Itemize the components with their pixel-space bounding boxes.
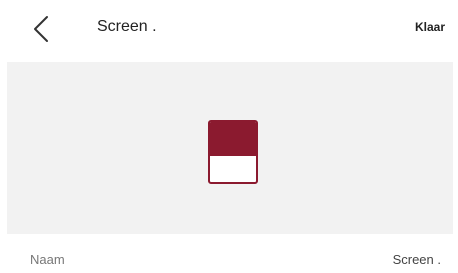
done-button[interactable]: Klaar: [415, 19, 445, 35]
screen-icon-fill: [210, 122, 256, 156]
chevron-left-icon: [34, 16, 48, 42]
name-value[interactable]: Screen .: [393, 252, 441, 268]
back-button[interactable]: [26, 12, 60, 46]
header-bar: Screen . Klaar: [0, 0, 458, 58]
page-title: Screen .: [97, 18, 157, 35]
app-window: Screen . Klaar Naam Screen .: [0, 0, 458, 273]
screen-icon[interactable]: [208, 120, 258, 184]
screen-preview: [7, 62, 453, 234]
name-row[interactable]: Naam Screen .: [0, 250, 458, 270]
name-label: Naam: [30, 252, 65, 267]
